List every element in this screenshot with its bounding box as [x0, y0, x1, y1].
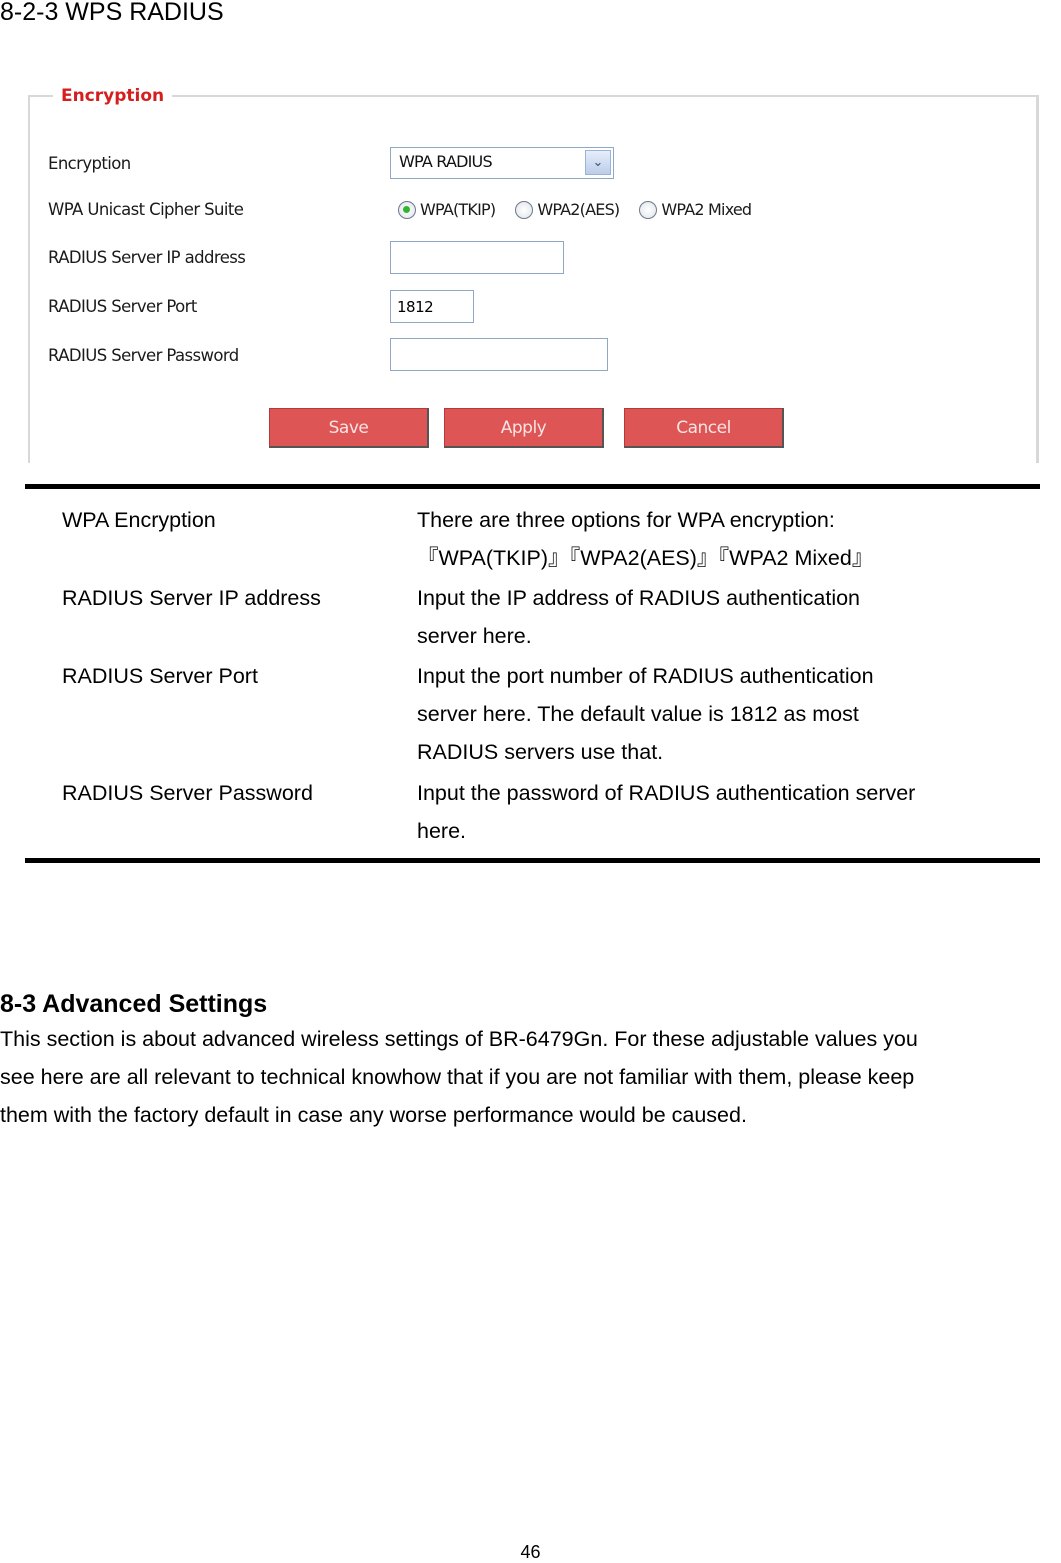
def-wpa-encryption: There are three options for WPA encrypti…	[417, 501, 1037, 577]
radio-unchecked-icon[interactable]	[639, 200, 658, 219]
advanced-paragraph: This section is about advanced wireless …	[0, 1020, 1061, 1134]
encryption-label: Encryption	[48, 154, 131, 173]
radio-label: WPA2 Mixed	[661, 200, 752, 219]
def-line: server here. The default value is 1812 a…	[417, 702, 859, 726]
def-line: RADIUS servers use that.	[417, 740, 664, 764]
term-server-ip: RADIUS Server IP address	[62, 586, 321, 610]
radio-checked-icon[interactable]	[398, 200, 416, 219]
section-title: 8-2-3 WPS RADIUS	[0, 0, 224, 26]
term-server-password: RADIUS Server Password	[62, 781, 313, 805]
chevron-down-icon[interactable]: ⌄	[585, 150, 611, 175]
radio-wpa2-aes[interactable]: WPA2(AES)	[515, 200, 620, 219]
encryption-select-value: WPA RADIUS	[399, 152, 493, 171]
term-wpa-encryption: WPA Encryption	[62, 508, 216, 532]
server-password-input[interactable]	[390, 338, 608, 371]
def-line: Input the IP address of RADIUS authentic…	[417, 586, 861, 610]
radio-unchecked-icon[interactable]	[515, 200, 534, 219]
cancel-button[interactable]: Cancel	[624, 408, 784, 448]
paragraph-line: This section is about advanced wireless …	[0, 1027, 918, 1051]
def-line: Input the password of RADIUS authenticat…	[417, 781, 916, 805]
server-ip-input[interactable]	[390, 241, 564, 274]
fieldset-legend: Encryption	[53, 84, 173, 108]
apply-button[interactable]: Apply	[444, 408, 604, 448]
server-password-label: RADIUS Server Password	[48, 346, 239, 365]
radio-wpa-tkip[interactable]: WPA(TKIP)	[398, 200, 496, 219]
server-port-label: RADIUS Server Port	[48, 297, 197, 316]
encryption-select[interactable]: WPA RADIUS ⌄	[390, 147, 614, 179]
radio-label: WPA(TKIP)	[420, 200, 496, 219]
def-line: server here.	[417, 624, 532, 648]
paragraph-line: see here are all relevant to technical k…	[0, 1065, 915, 1089]
radio-label: WPA2(AES)	[537, 200, 620, 219]
page-number: 46	[520, 1542, 541, 1562]
def-server-ip: Input the IP address of RADIUS authentic…	[417, 579, 1037, 655]
server-port-input[interactable]	[390, 290, 474, 323]
table-top-rule	[25, 484, 1040, 489]
advanced-heading: 8-3 Advanced Settings	[0, 990, 268, 1018]
save-button[interactable]: Save	[269, 408, 429, 448]
def-line: here.	[417, 819, 467, 843]
paragraph-line: them with the factory default in case an…	[0, 1103, 747, 1127]
table-bottom-rule	[25, 858, 1040, 863]
radio-wpa2-mixed[interactable]: WPA2 Mixed	[639, 200, 752, 219]
cipher-suite-radio-group: WPA(TKIP) WPA2(AES) WPA2 Mixed	[398, 200, 771, 219]
def-line: There are three options for WPA encrypti…	[417, 508, 835, 532]
def-line: 『WPA(TKIP)』『WPA2(AES)』『WPA2 Mixed』	[417, 546, 874, 570]
server-ip-label: RADIUS Server IP address	[48, 248, 246, 267]
term-server-port: RADIUS Server Port	[62, 664, 258, 688]
def-server-password: Input the password of RADIUS authenticat…	[417, 774, 1037, 850]
cipher-suite-label: WPA Unicast Cipher Suite	[48, 200, 244, 219]
def-server-port: Input the port number of RADIUS authenti…	[417, 657, 1037, 771]
def-line: Input the port number of RADIUS authenti…	[417, 664, 874, 688]
